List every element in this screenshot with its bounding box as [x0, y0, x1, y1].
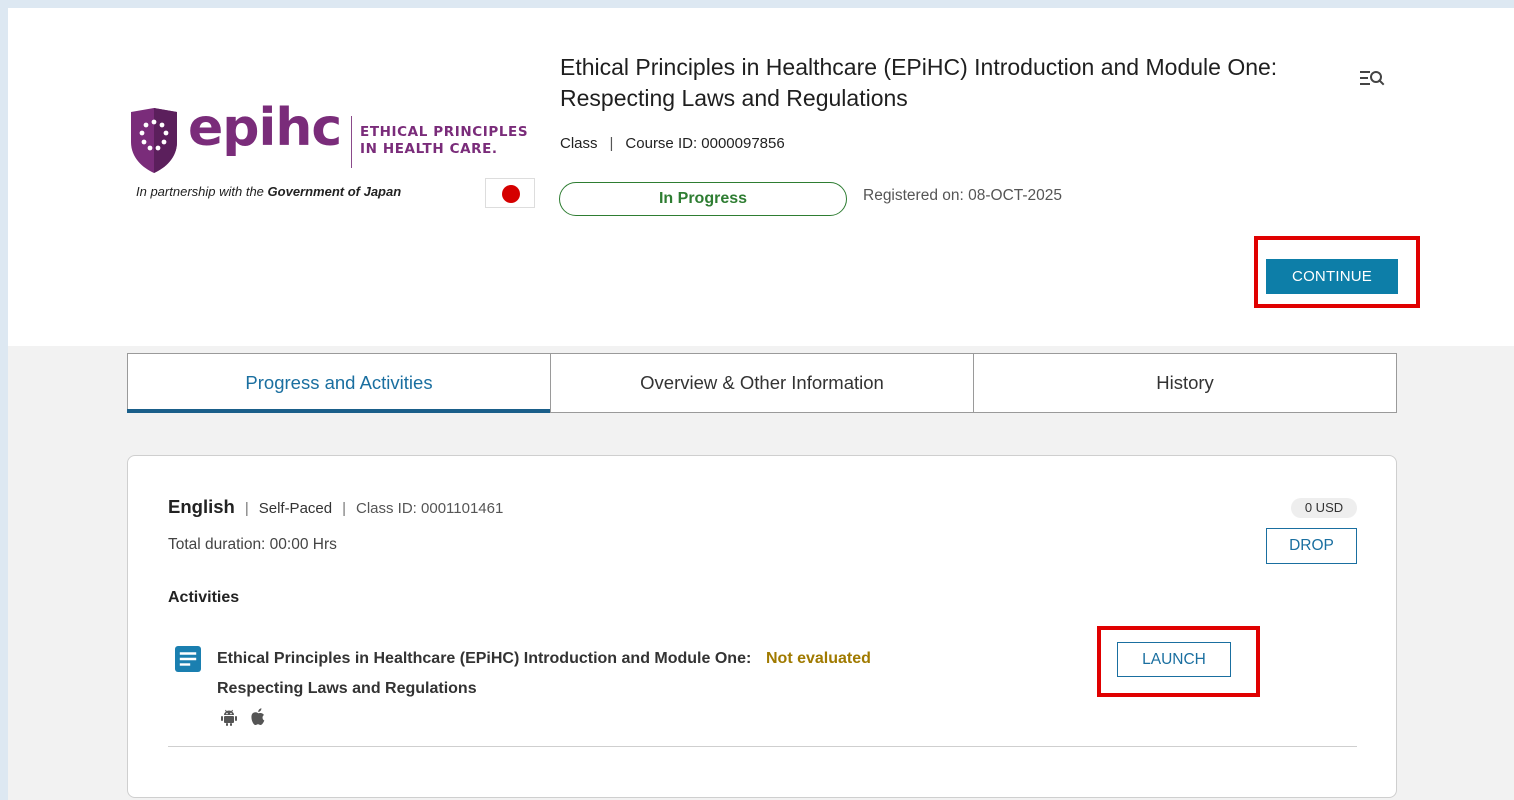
platform-icons: [219, 707, 267, 727]
tab-progress-and-activities[interactable]: Progress and Activities: [127, 354, 551, 413]
class-language: English: [168, 496, 235, 517]
class-id: Class ID: 0001101461: [356, 500, 504, 517]
registered-date: Registered on: 08-OCT-2025: [863, 187, 1063, 204]
tab-history[interactable]: History: [974, 354, 1396, 412]
activity-title[interactable]: Ethical Principles in Healthcare (EPiHC)…: [217, 644, 777, 704]
course-title: Ethical Principles in Healthcare (EPiHC)…: [560, 54, 1278, 111]
course-header: epihc ETHICAL PRINCIPLES IN HEALTH CARE.…: [8, 8, 1514, 346]
android-icon: [221, 709, 237, 726]
course-tabs: Progress and Activities Overview & Other…: [127, 353, 1397, 413]
activity-divider: [168, 746, 1357, 747]
class-card: English | Self-Paced | Class ID: 0001101461 …: [127, 455, 1397, 798]
logo-tagline-line1: ETHICAL PRINCIPLES: [360, 124, 529, 140]
summary-separator: |: [342, 500, 346, 517]
total-duration: Total duration: 00:00 Hrs: [168, 536, 337, 553]
drop-button[interactable]: DROP: [1266, 528, 1357, 564]
tab-overview-other-information[interactable]: Overview & Other Information: [551, 354, 974, 412]
evaluation-status: Not evaluated: [766, 650, 871, 667]
logo-wordmark: epihc: [188, 98, 342, 158]
course-type: Class: [560, 135, 598, 152]
japan-flag-icon: [485, 178, 535, 208]
activities-heading: Activities: [168, 589, 240, 606]
launch-button[interactable]: LAUNCH: [1117, 642, 1231, 677]
logo-tagline-line2: IN HEALTH CARE.: [360, 141, 498, 157]
course-meta: Class | Course ID: 0000097856: [560, 135, 785, 152]
status-badge: In Progress: [559, 182, 847, 216]
shield-logo-icon: [131, 108, 177, 173]
document-icon: [175, 646, 201, 672]
course-id: Course ID: 0000097856: [625, 135, 785, 152]
price-badge: 0 USD: [1291, 498, 1357, 518]
meta-separator: |: [609, 135, 614, 152]
summary-separator: |: [244, 500, 249, 517]
class-pace: Self-Paced: [258, 500, 333, 517]
epihc-logo: epihc ETHICAL PRINCIPLES IN HEALTH CARE.…: [126, 98, 546, 214]
search-menu-icon[interactable]: [1358, 66, 1388, 92]
page-frame: epihc ETHICAL PRINCIPLES IN HEALTH CARE.…: [8, 8, 1514, 800]
partner-prefix: In partnership with the: [136, 184, 268, 199]
partner-name: Government of Japan: [267, 184, 402, 199]
continue-button[interactable]: CONTINUE: [1266, 259, 1398, 294]
logo-divider: [351, 116, 352, 168]
logo-partner-text: In partnership with the Government of Ja…: [136, 184, 401, 199]
apple-icon: [251, 708, 265, 725]
class-summary: English | Self-Paced | Class ID: 0001101461: [168, 496, 503, 518]
